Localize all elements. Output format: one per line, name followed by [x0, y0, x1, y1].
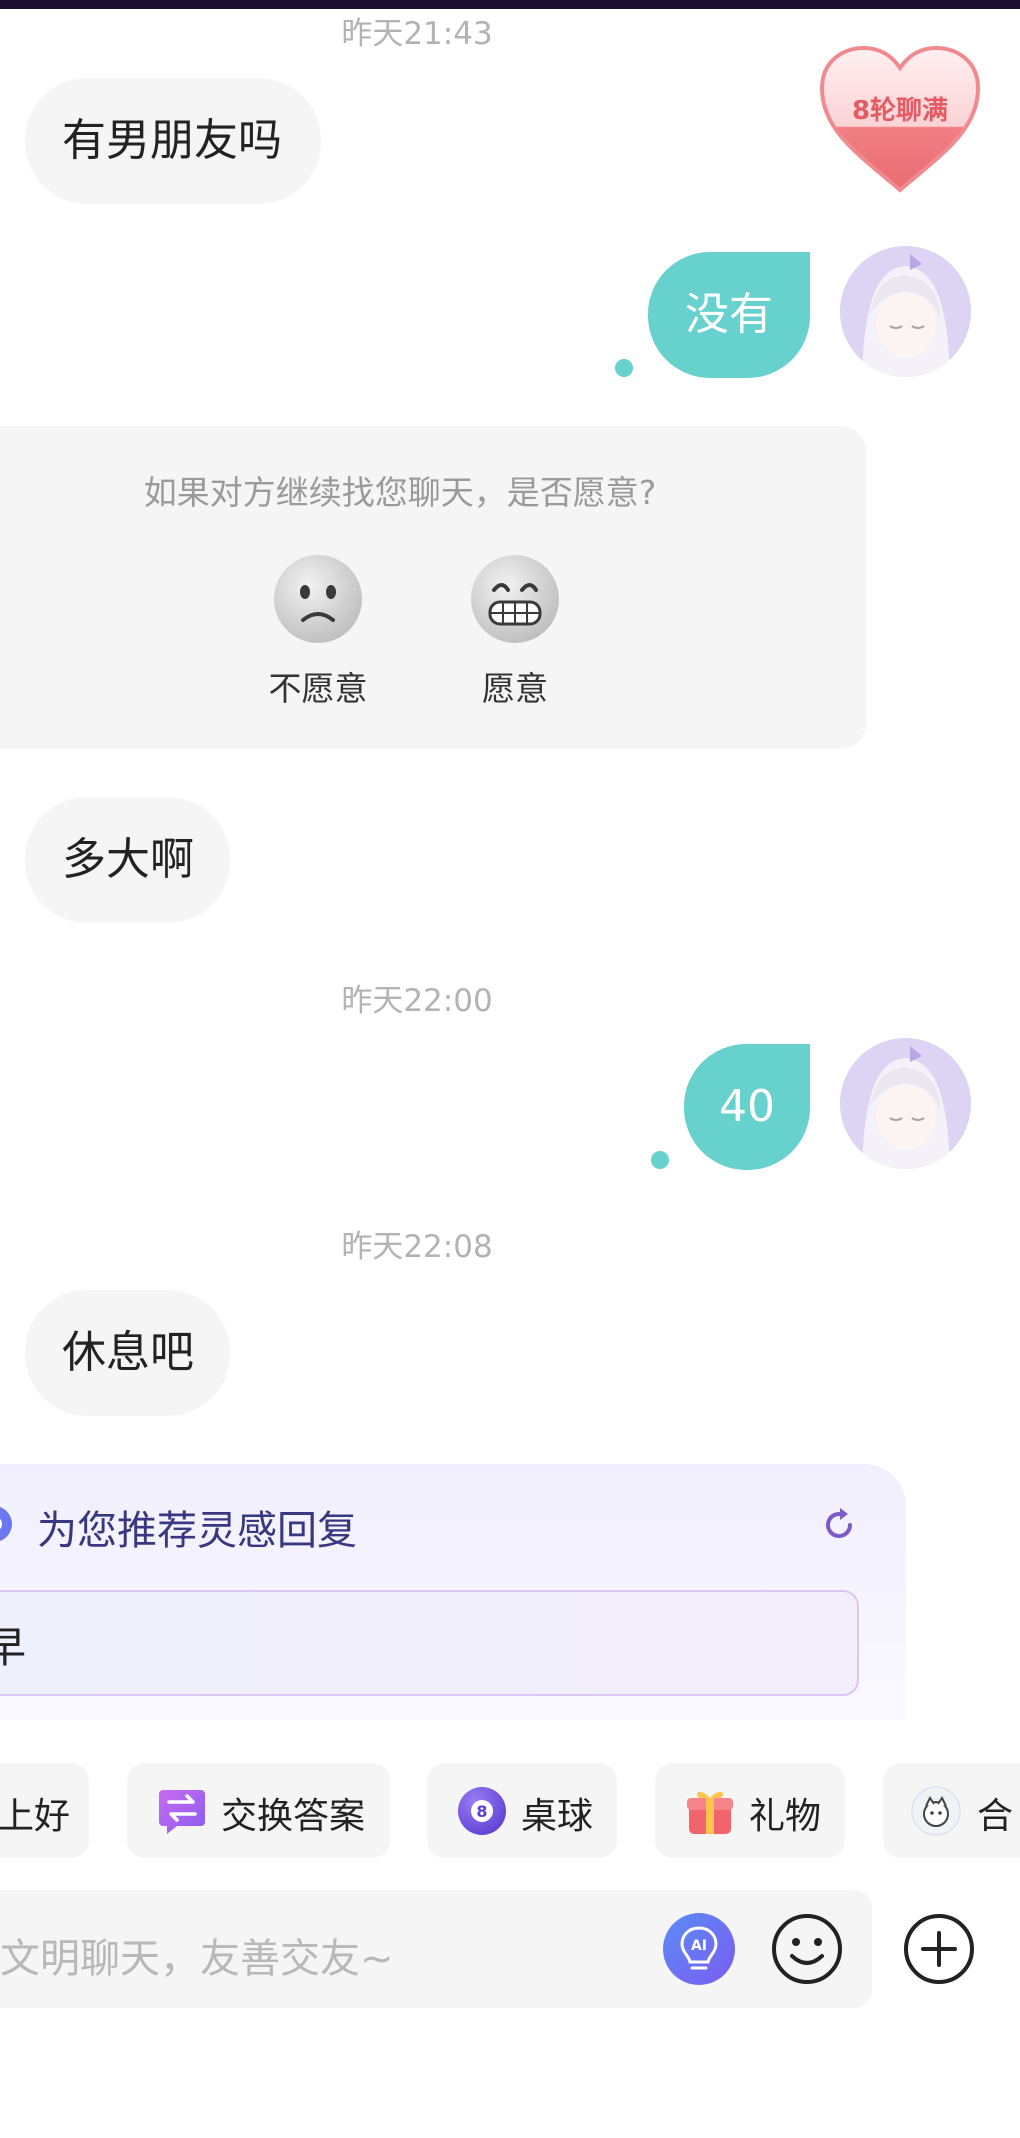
- suggested-reply[interactable]: 早: [0, 1590, 859, 1696]
- timestamp: 昨天21:43: [341, 16, 493, 52]
- sent-indicator: [651, 1151, 669, 1169]
- chip-label: 上好: [0, 1796, 71, 1837]
- suggested-reply-text: 早: [0, 1623, 27, 1672]
- chip-gift[interactable]: 礼物: [655, 1763, 845, 1858]
- chip-greeting[interactable]: 上好: [0, 1763, 89, 1858]
- chip-label: 桌球: [521, 1796, 594, 1837]
- inspiration-panel: 为您推荐灵感回复 早: [0, 1464, 906, 1720]
- chip-together[interactable]: 合: [883, 1763, 1020, 1858]
- ai-lightbulb-icon[interactable]: AI: [662, 1912, 736, 1990]
- timestamp: 昨天22:08: [341, 1229, 493, 1265]
- sad-face-icon: [273, 554, 363, 644]
- incoming-message[interactable]: 多大啊: [25, 797, 230, 923]
- svg-text:8: 8: [476, 1802, 487, 1821]
- chip-exchange-answers[interactable]: 交换答案: [127, 1763, 390, 1858]
- message-input[interactable]: 文明聊天，友善交友~: [0, 1926, 394, 1984]
- emoji-icon[interactable]: [770, 1912, 844, 1990]
- avatar-icon: [911, 1786, 961, 1836]
- option-willing[interactable]: 愿意: [450, 554, 580, 710]
- avatar[interactable]: [840, 246, 971, 377]
- swap-icon: [157, 1786, 207, 1836]
- outgoing-message[interactable]: 40: [684, 1044, 810, 1170]
- plus-icon[interactable]: [902, 1912, 976, 1990]
- chat-rounds-badge[interactable]: 8轮聊满: [818, 44, 982, 194]
- inspiration-icon: [0, 1504, 14, 1544]
- option-unwilling[interactable]: 不愿意: [253, 554, 383, 710]
- incoming-message[interactable]: 有男朋友吗: [25, 78, 321, 204]
- chip-billiards[interactable]: 8 桌球: [427, 1763, 617, 1858]
- survey-question: 如果对方继续找您聊天，是否愿意?: [143, 473, 657, 512]
- timestamp: 昨天22:00: [341, 983, 493, 1019]
- chip-label: 交换答案: [221, 1796, 366, 1837]
- chip-label: 合: [977, 1796, 1014, 1837]
- chip-label: 礼物: [749, 1796, 822, 1837]
- grin-face-icon: [470, 554, 560, 644]
- billiard-ball-icon: 8: [457, 1786, 507, 1836]
- option-label: 愿意: [482, 669, 548, 708]
- gift-icon: [685, 1786, 735, 1836]
- refresh-icon[interactable]: [820, 1506, 858, 1544]
- badge-label: 8轮聊满: [851, 96, 949, 126]
- inspiration-title: 为您推荐灵感回复: [37, 1508, 357, 1554]
- avatar[interactable]: [840, 1038, 971, 1169]
- sent-indicator: [615, 359, 633, 377]
- outgoing-message[interactable]: 没有: [648, 252, 810, 378]
- incoming-message[interactable]: 休息吧: [25, 1290, 230, 1416]
- continue-chat-survey: 如果对方继续找您聊天，是否愿意? 不愿意 愿意: [0, 426, 866, 749]
- svg-text:AI: AI: [691, 1938, 707, 1954]
- message-input-bar[interactable]: 文明聊天，友善交友~: [0, 1890, 872, 2008]
- option-label: 不愿意: [268, 669, 368, 708]
